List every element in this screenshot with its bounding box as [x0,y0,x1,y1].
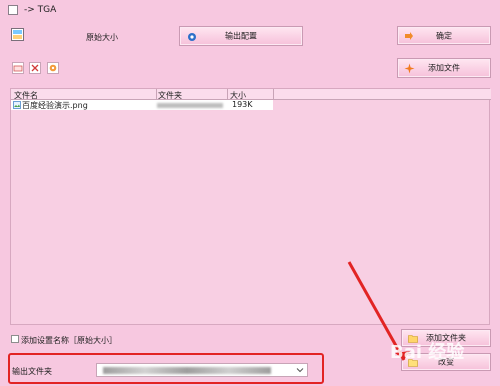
app-icon [8,5,18,15]
output-folder-label: 输出文件夹 [12,367,52,376]
chevron-down-icon [296,368,304,373]
file-list-header: 文件名 文件夹 大小 [11,89,491,100]
remove-icon [31,64,39,72]
add-file-label: 添加文件 [428,63,460,73]
add-setting-name-checkbox[interactable] [11,335,19,343]
column-divider [273,89,274,100]
file-size: 193K [232,100,253,109]
file-list[interactable]: 文件名 文件夹 大小 百度经验演示.png 193K [10,88,491,325]
folder-path-redacted [157,103,223,108]
add-file-button[interactable]: 添加文件 [397,58,491,78]
output-config-label: 输出配置 [225,31,257,41]
gear-icon [49,64,57,72]
output-config-button[interactable]: 输出配置 [179,26,303,46]
table-row[interactable]: 百度经验演示.png 193K [11,100,273,110]
format-icon [11,28,24,41]
column-divider [227,89,228,100]
title-bar: -> TGA [0,0,500,22]
remove-file-button[interactable] [29,62,41,74]
image-file-icon [13,101,21,109]
output-folder-path-redacted [103,367,271,374]
clear-icon [13,65,23,72]
output-folder-select[interactable] [96,363,308,377]
column-divider [156,89,157,100]
confirm-button[interactable]: 确定 [397,26,491,45]
file-name: 百度经验演示.png [22,101,88,110]
add-setting-name-label: 添加设置名称［原始大小］ [21,336,117,345]
window-title: -> TGA [24,5,57,15]
confirm-label: 确定 [436,31,452,40]
size-label: 原始大小 [86,33,118,42]
clear-list-button[interactable] [12,62,24,74]
watermark: Bai 经验 [390,342,465,363]
settings-button[interactable] [47,62,59,74]
